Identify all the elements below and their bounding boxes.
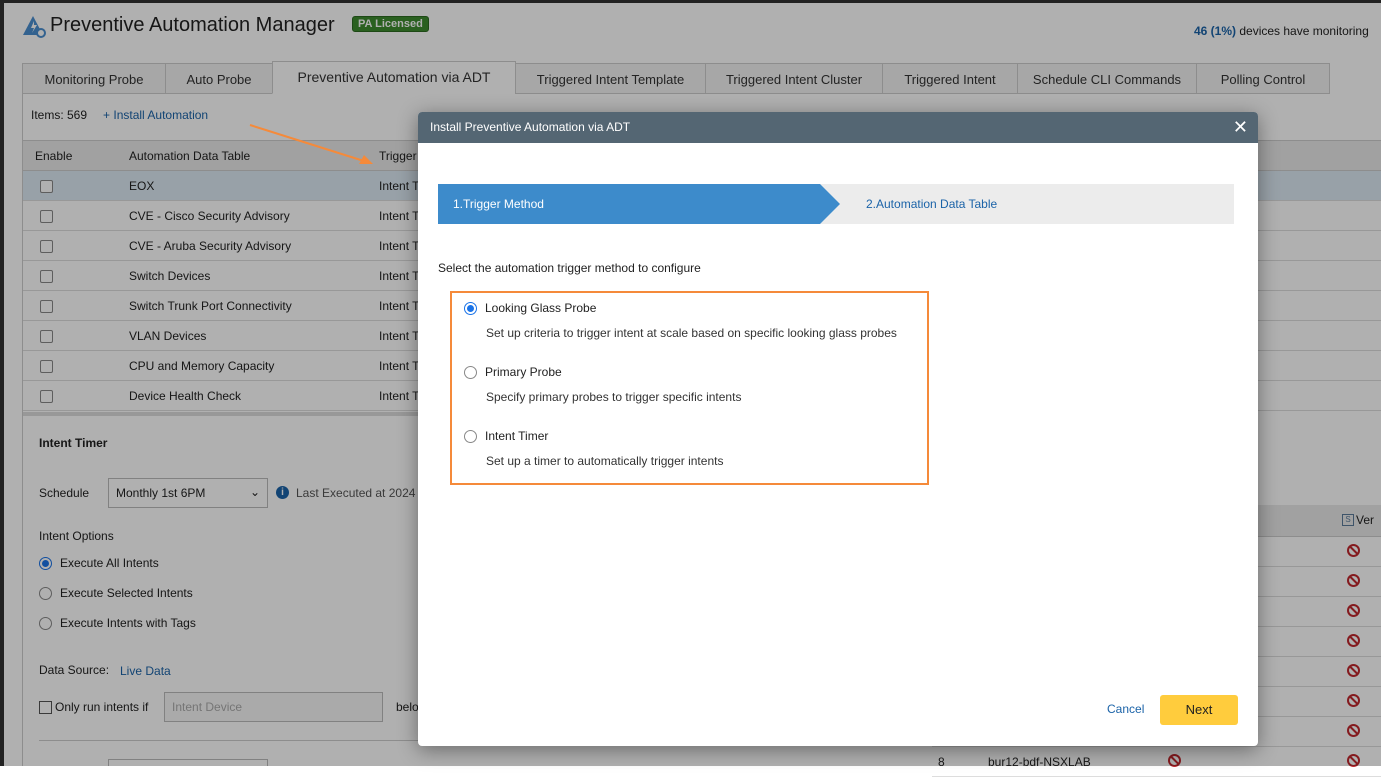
install-adt-dialog: Install Preventive Automation via ADT ✕ … bbox=[418, 112, 1258, 746]
option-looking-glass-probe[interactable]: Looking Glass Probe Set up criteria to tr… bbox=[464, 301, 919, 340]
annotation-arrow bbox=[249, 124, 373, 164]
radio-icon bbox=[464, 366, 477, 380]
option-intent-timer[interactable]: Intent Timer Set up a timer to automatica… bbox=[464, 429, 919, 468]
dialog-title: Install Preventive Automation via ADT bbox=[418, 112, 1258, 143]
next-button[interactable]: Next bbox=[1160, 695, 1238, 725]
close-icon[interactable]: ✕ bbox=[1233, 117, 1248, 137]
trigger-options: Looking Glass Probe Set up criteria to tr… bbox=[450, 291, 929, 485]
option-label: Looking Glass Probe bbox=[485, 301, 597, 315]
option-description: Specify primary probes to trigger specif… bbox=[486, 390, 742, 405]
option-description: Set up criteria to trigger intent at sca… bbox=[486, 326, 897, 341]
option-label: Intent Timer bbox=[485, 429, 549, 443]
radio-icon bbox=[464, 430, 477, 444]
dialog-prompt: Select the automation trigger method to … bbox=[438, 261, 701, 275]
wizard-steps: 1.Trigger Method 2.Automation Data Table bbox=[438, 184, 1234, 224]
option-description: Set up a timer to automatically trigger … bbox=[486, 454, 724, 469]
step-trigger-method[interactable]: 1.Trigger Method bbox=[438, 184, 840, 224]
cancel-button[interactable]: Cancel bbox=[1107, 702, 1144, 716]
radio-icon bbox=[464, 302, 477, 316]
step-automation-data-table[interactable]: 2.Automation Data Table bbox=[866, 184, 1166, 224]
option-label: Primary Probe bbox=[485, 365, 562, 379]
option-primary-probe[interactable]: Primary Probe Specify primary probes to t… bbox=[464, 365, 919, 404]
